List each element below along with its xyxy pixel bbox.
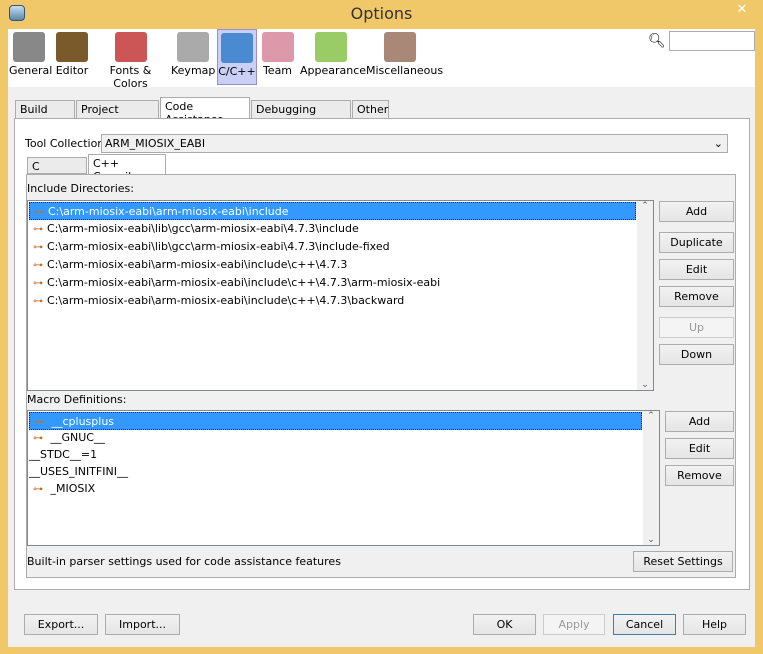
toolbar-keymap[interactable]: Keymap bbox=[171, 29, 215, 85]
toolbar-label: C/C++ bbox=[218, 65, 256, 78]
include-path: C:\arm-miosix-eabi\arm-miosix-eabi\inclu… bbox=[47, 276, 441, 289]
scroll-down-icon[interactable]: ⌄ bbox=[637, 380, 653, 390]
macro-text: __STDC__=1 bbox=[29, 448, 98, 461]
scroll-up-icon[interactable]: ⌃ bbox=[643, 411, 659, 421]
include-up-button[interactable]: Up bbox=[659, 317, 734, 338]
include-directory-item[interactable]: ⊶ C:\arm-miosix-eabi\lib\gcc\arm-miosix-e… bbox=[29, 238, 636, 256]
key-icon: ⊶ bbox=[33, 296, 43, 307]
keyboard-icon bbox=[177, 32, 209, 62]
key-icon: ⊶ bbox=[33, 242, 43, 253]
export-button[interactable]: Export... bbox=[24, 614, 98, 635]
close-icon[interactable]: ✕ bbox=[726, 0, 758, 20]
ok-button[interactable]: OK bbox=[473, 614, 536, 635]
macro-text: _MIOSIX bbox=[50, 482, 96, 495]
include-path: C:\arm-miosix-eabi\lib\gcc\arm-miosix-ea… bbox=[47, 240, 390, 253]
help-button[interactable]: Help bbox=[683, 614, 746, 635]
subtab-c-compiler[interactable]: C++ Compiler bbox=[88, 154, 166, 183]
macro-definitions-label: Macro Definitions: bbox=[27, 393, 127, 406]
window-title: Options bbox=[350, 4, 413, 23]
macro-edit-button[interactable]: Edit bbox=[665, 438, 734, 459]
toolbar-miscellaneous[interactable]: Miscellaneous bbox=[366, 29, 443, 85]
font-icon bbox=[114, 32, 147, 62]
tab-other[interactable]: Other bbox=[352, 100, 389, 119]
macro-item[interactable]: ⊶ __GNUC__ bbox=[29, 429, 642, 447]
include-directory-item[interactable]: ⊶ C:\arm-miosix-eabi\arm-miosix-eabi\incl… bbox=[29, 292, 636, 310]
toolbar-appearance[interactable]: Appearance bbox=[300, 29, 366, 85]
macro-item[interactable]: __STDC__=1 bbox=[29, 446, 642, 464]
key-icon: ⊶ bbox=[33, 278, 43, 289]
wrench-gear-icon bbox=[13, 32, 45, 62]
key-icon: ⊶ bbox=[33, 224, 43, 235]
cancel-button[interactable]: Cancel bbox=[613, 614, 676, 635]
macro-definitions-list[interactable]: ⊶ __cplusplus ⊶ __GNUC__ __STDC__=1 __USES_… bbox=[27, 410, 660, 546]
tab-debugging-options[interactable]: Debugging Options bbox=[251, 100, 351, 129]
include-down-button[interactable]: Down bbox=[659, 344, 734, 365]
tab-build-tools[interactable]: Build Tools bbox=[15, 100, 75, 129]
include-directory-item[interactable]: ⊶ C:\arm-miosix-eabi\arm-miosix-eabi\incl… bbox=[29, 202, 636, 220]
include-directories-list[interactable]: ⊶ C:\arm-miosix-eabi\arm-miosix-eabi\incl… bbox=[27, 200, 654, 391]
scroll-up-icon[interactable]: ⌃ bbox=[637, 201, 653, 211]
include-path: C:\arm-miosix-eabi\arm-miosix-eabi\inclu… bbox=[48, 205, 289, 218]
book-pencil-icon bbox=[56, 32, 88, 62]
cpp-icon bbox=[221, 33, 253, 63]
macro-item[interactable]: ⊶ __cplusplus bbox=[29, 412, 642, 430]
toolbar-c-c-[interactable]: C/C++ bbox=[217, 29, 257, 85]
cubes-icon bbox=[261, 32, 294, 62]
tab-project-options[interactable]: Project Options bbox=[76, 100, 159, 129]
tool-collection-select[interactable]: ARM_MIOSIX_EABI ⌄ bbox=[101, 134, 728, 153]
toolbar-label: Keymap bbox=[171, 64, 216, 77]
include-path: C:\arm-miosix-eabi\lib\gcc\arm-miosix-ea… bbox=[47, 222, 359, 235]
include-directory-item[interactable]: ⊶ C:\arm-miosix-eabi\lib\gcc\arm-miosix-e… bbox=[29, 220, 636, 238]
scrollbar[interactable]: ⌃ ⌄ bbox=[643, 411, 659, 545]
footer-note: Built-in parser settings used for code a… bbox=[27, 555, 341, 568]
reset-settings-button[interactable]: Reset Settings bbox=[633, 551, 733, 572]
include-path: C:\arm-miosix-eabi\arm-miosix-eabi\inclu… bbox=[47, 294, 405, 307]
key-icon: ⊶ bbox=[33, 260, 43, 271]
search-input[interactable] bbox=[669, 31, 755, 51]
include-directories-label: Include Directories: bbox=[27, 182, 134, 195]
toolbar-label: Appearance bbox=[300, 64, 367, 77]
toolbar-fonts-colors[interactable]: Fonts & Colors bbox=[94, 29, 167, 90]
macro-remove-button[interactable]: Remove bbox=[665, 465, 734, 486]
toolbar-general[interactable]: General bbox=[9, 29, 53, 85]
include-path: C:\arm-miosix-eabi\arm-miosix-eabi\inclu… bbox=[47, 258, 348, 271]
macro-text: __cplusplus bbox=[51, 415, 115, 428]
scroll-down-icon[interactable]: ⌄ bbox=[643, 535, 659, 545]
scrollbar[interactable]: ⌃ ⌄ bbox=[637, 201, 653, 390]
import-button[interactable]: Import... bbox=[105, 614, 180, 635]
appearance-icon bbox=[315, 32, 347, 62]
macro-item[interactable]: __USES_INITFINI__ bbox=[29, 463, 642, 481]
include-directory-item[interactable]: ⊶ C:\arm-miosix-eabi\arm-miosix-eabi\incl… bbox=[29, 256, 636, 274]
macro-text: __USES_INITFINI__ bbox=[29, 465, 128, 478]
toolbar-label: Miscellaneous bbox=[366, 64, 444, 77]
include-remove-button[interactable]: Remove bbox=[659, 286, 734, 307]
toolbar-label: Team bbox=[262, 64, 293, 77]
tab-code-assistance[interactable]: Code Assistance bbox=[160, 97, 250, 126]
toolbar-label: General bbox=[9, 64, 53, 77]
tool-collection-value: ARM_MIOSIX_EABI bbox=[105, 137, 206, 150]
include-edit-button[interactable]: Edit bbox=[659, 259, 734, 280]
search-icon: 🔍︎ bbox=[648, 33, 666, 49]
macro-item[interactable]: ⊶ _MIOSIX bbox=[29, 480, 642, 498]
toolbar-team[interactable]: Team bbox=[261, 29, 294, 85]
toolbar-label: Fonts & Colors bbox=[109, 64, 152, 90]
apply-button[interactable]: Apply bbox=[543, 614, 605, 635]
tool-collection-label: Tool Collection: bbox=[25, 137, 108, 150]
include-duplicate-button[interactable]: Duplicate bbox=[659, 232, 734, 253]
subtab-c-compiler[interactable]: C Compiler bbox=[27, 157, 87, 186]
key-icon: ⊶ bbox=[33, 484, 43, 495]
toolbar-editor[interactable]: Editor bbox=[55, 29, 89, 85]
toolbar-label: Editor bbox=[55, 64, 89, 77]
include-add-button[interactable]: Add bbox=[659, 201, 734, 222]
include-directory-item[interactable]: ⊶ C:\arm-miosix-eabi\arm-miosix-eabi\incl… bbox=[29, 274, 636, 292]
macro-text: __GNUC__ bbox=[50, 431, 105, 444]
macro-add-button[interactable]: Add bbox=[665, 411, 734, 432]
misc-icon bbox=[384, 32, 416, 62]
chevron-down-icon: ⌄ bbox=[713, 137, 723, 150]
